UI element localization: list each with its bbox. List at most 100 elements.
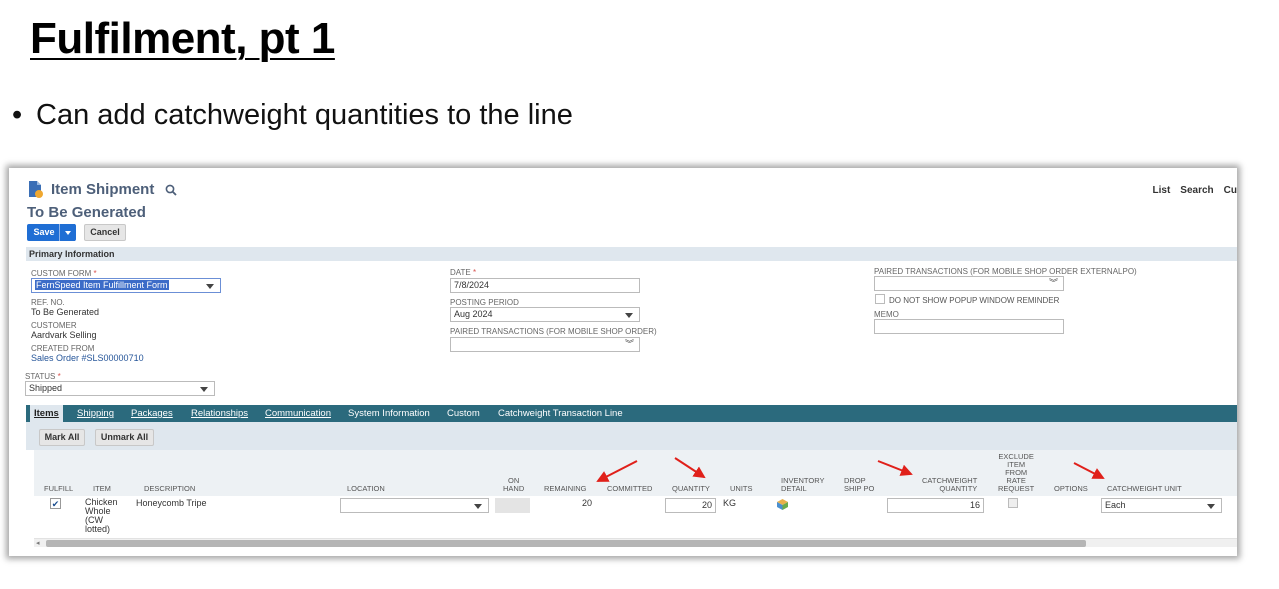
tab-packages-label: Packages [131, 408, 173, 419]
remaining-cell: 20 [582, 498, 593, 508]
tab-items-label: Items [34, 408, 59, 419]
tab-communication[interactable]: Communication [265, 408, 331, 419]
status-label-text: STATUS [25, 372, 56, 381]
items-grid-header: FULFILL ITEM DESCRIPTION LOCATION ON HAND… [34, 450, 1237, 496]
list-link[interactable]: List [1153, 185, 1171, 196]
location-select[interactable] [340, 498, 489, 513]
tab-communication-label: Communication [265, 408, 331, 419]
customer-value: Aardvark Selling [31, 330, 97, 340]
item-link[interactable]: Chicken Whole (CW lotted) [85, 498, 118, 534]
tab-catchweight-transaction-line[interactable]: Catchweight Transaction Line [498, 408, 623, 419]
item-line: lotted) [85, 524, 111, 534]
no-popup-label: DO NOT SHOW POPUP WINDOW REMINDER [889, 296, 1060, 305]
col-fulfill: FULFILL [44, 484, 74, 493]
col-location: LOCATION [347, 484, 385, 493]
custom-form-label: CUSTOM FORM * [31, 269, 97, 278]
col-drop-line2: SHIP PO [844, 484, 875, 493]
tab-custom-label: Custom [447, 408, 480, 419]
subtab-bar: Items Shipping Packages Relationships Co… [26, 405, 1237, 422]
customer-label: CUSTOMER [31, 321, 77, 330]
status-select[interactable]: Shipped [25, 381, 215, 396]
paired-external-field[interactable]: ︾ [874, 276, 1064, 291]
col-options: OPTIONS [1054, 484, 1088, 493]
tab-packages[interactable]: Packages [131, 408, 173, 419]
bullet-dot: • [12, 99, 23, 131]
memo-field[interactable] [874, 319, 1064, 334]
required-mark: * [57, 372, 61, 381]
fulfill-checkbox[interactable]: ✔ [50, 498, 61, 509]
bullet-point: • Can add catchweight quantities to the l… [12, 99, 573, 132]
netsuite-form: Item Shipment List Search Cu To Be Generat… [20, 168, 1237, 556]
items-toolbar: Mark All Unmark All [26, 422, 1237, 450]
double-chevron-icon: ︾ [624, 339, 634, 349]
posting-period-label: POSTING PERIOD [450, 298, 519, 307]
primary-information-header[interactable]: Primary Information [26, 247, 1237, 261]
scroll-left-icon[interactable]: ◂ [36, 539, 40, 547]
exclude-rate-checkbox[interactable] [1008, 498, 1018, 508]
document-icon [29, 181, 43, 198]
horizontal-scrollbar[interactable]: ◂ [34, 538, 1237, 547]
save-label: Save [33, 227, 55, 237]
catchweight-quantity-field[interactable]: 16 [887, 498, 984, 513]
scrollbar-thumb[interactable] [46, 540, 1086, 547]
custom-form-value: FernSpeed Item Fulfillment Form [35, 280, 169, 290]
custom-form-select[interactable]: FernSpeed Item Fulfillment Form [31, 278, 221, 293]
quantity-field[interactable]: 20 [665, 498, 716, 513]
tab-relationships-label: Relationships [191, 408, 249, 419]
cancel-button[interactable]: Cancel [84, 224, 126, 241]
units-cell: KG [723, 498, 737, 508]
ref-no-value: To Be Generated [31, 307, 100, 317]
tab-shipping-label: Shipping [77, 408, 114, 419]
unmark-all-button[interactable]: Unmark All [95, 429, 154, 446]
on-hand-cell [495, 498, 530, 513]
posting-period-select[interactable]: Aug 2024 [450, 307, 640, 322]
save-menu-button[interactable] [59, 224, 76, 241]
paired-external-label: PAIRED TRANSACTIONS (FOR MOBILE SHOP ORD… [874, 267, 1137, 276]
mark-all-button[interactable]: Mark All [39, 429, 85, 446]
col-item: ITEM [93, 484, 111, 493]
inventory-detail-icon[interactable] [776, 498, 789, 511]
header-links: List Search Cu [1143, 185, 1237, 196]
record-subtitle: To Be Generated [27, 204, 146, 221]
ref-no-label: REF. NO. [31, 298, 65, 307]
bullet-text: Can add catchweight quantities to the li… [36, 99, 573, 131]
col-on-hand-line2: HAND [503, 484, 525, 493]
col-exclude-rate-request: EXCLUDE ITEM FROM RATE REQUEST [998, 453, 1034, 493]
custom-form-label-text: CUSTOM FORM [31, 269, 92, 278]
col-on-hand: ON HAND [503, 477, 524, 493]
tab-system-information[interactable]: System Information [348, 408, 430, 419]
tab-catchweight-label: Catchweight Transaction Line [498, 408, 623, 419]
col-remaining: REMAINING [544, 484, 587, 493]
col-drop-ship-po: DROP SHIP PO [844, 477, 874, 493]
tab-items[interactable]: Items [30, 405, 63, 422]
col-inventory-line2: DETAIL [781, 484, 807, 493]
status-label: STATUS * [25, 372, 61, 381]
page-title: Item Shipment [51, 181, 155, 198]
created-from-label: CREATED FROM [31, 344, 95, 353]
col-catchweight-quantity: CATCHWEIGHT QUANTITY [922, 477, 977, 493]
col-units: UNITS [730, 484, 753, 493]
tab-system-information-label: System Information [348, 408, 430, 419]
tab-shipping[interactable]: Shipping [77, 408, 114, 419]
date-field[interactable]: 7/8/2024 [450, 278, 640, 293]
col-cw-qty-line2: QUANTITY [939, 484, 978, 493]
tab-custom[interactable]: Custom [447, 408, 480, 419]
double-chevron-icon: ︾ [1048, 278, 1058, 288]
date-label-text: DATE [450, 268, 471, 277]
paired-transactions-field[interactable]: ︾ [450, 337, 640, 352]
col-exclude-line5: REQUEST [998, 484, 1035, 493]
col-catchweight-unit: CATCHWEIGHT UNIT [1107, 484, 1182, 493]
search-link[interactable]: Search [1180, 185, 1213, 196]
customize-link[interactable]: Cu [1224, 185, 1237, 196]
paired-transactions-label: PAIRED TRANSACTIONS (FOR MOBILE SHOP ORD… [450, 327, 657, 336]
col-quantity: QUANTITY [672, 484, 710, 493]
created-from-link[interactable]: Sales Order #SLS00000710 [31, 353, 144, 363]
memo-label: MEMO [874, 310, 899, 319]
no-popup-checkbox[interactable] [875, 294, 885, 304]
required-mark: * [93, 269, 97, 278]
catchweight-unit-select[interactable]: Each [1101, 498, 1222, 513]
search-icon[interactable] [164, 183, 178, 197]
tab-relationships[interactable]: Relationships [191, 408, 248, 419]
col-inventory-detail: INVENTORY DETAIL [781, 477, 824, 493]
col-description: DESCRIPTION [144, 484, 196, 493]
